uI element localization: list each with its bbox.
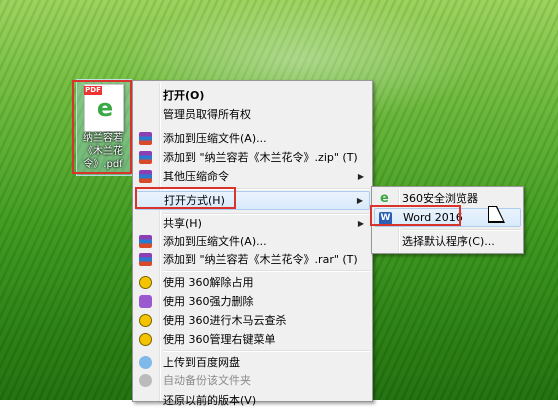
menu-item-label: 使用 360管理右键菜单 [163, 333, 276, 346]
submenu-arrow-icon: ▶ [357, 172, 364, 181]
menu-item-360-manage[interactable]: 使用 360管理右键菜单 [135, 330, 370, 349]
menu-separator [163, 270, 370, 272]
menu-item-label: 添加到 "纳兰容若《木兰花令》.rar" (T) [163, 253, 358, 266]
submenu-item-choose-default[interactable]: 选择默认程序(C)... [374, 232, 521, 251]
360-delete-icon [139, 295, 152, 308]
menu-item-share[interactable]: 共享(H) ▶ [135, 214, 370, 233]
menu-item-open[interactable]: 打开(O) [135, 86, 370, 105]
context-menu: 打开(O) 管理员取得所有权 添加到压缩文件(A)... 添加到 "纳兰容若《木… [132, 80, 373, 407]
360-browser-icon: e [380, 191, 389, 206]
menu-item-add-to-archive[interactable]: 添加到压缩文件(A)... [135, 129, 370, 148]
menu-item-label: 自动备份该文件夹 [163, 374, 251, 387]
menu-item-label: 添加到压缩文件(A)... [163, 235, 267, 248]
open-with-highlight-box [135, 187, 236, 209]
winrar-icon [139, 151, 152, 164]
backup-icon [139, 374, 152, 387]
menu-item-label: 其他压缩命令 [163, 170, 229, 183]
menu-item-add-to-zip[interactable]: 添加到 "纳兰容若《木兰花令》.zip" (T) [135, 148, 370, 167]
menu-item-label: 添加到压缩文件(A)... [163, 132, 267, 145]
menu-item-add-to-rar[interactable]: 添加到 "纳兰容若《木兰花令》.rar" (T) [135, 250, 370, 269]
baidu-cloud-icon [139, 356, 152, 369]
submenu-item-label: 360安全浏览器 [402, 192, 478, 205]
menu-item-label: 管理员取得所有权 [163, 108, 251, 121]
menu-item-restore-versions[interactable]: 还原以前的版本(V) [135, 391, 370, 410]
360-unlock-icon [139, 276, 152, 289]
menu-separator [163, 350, 370, 352]
submenu-item-label: 选择默认程序(C)... [402, 235, 495, 248]
menu-item-label: 打开(O) [163, 89, 205, 102]
file-highlight-box [72, 80, 132, 174]
menu-item-360-unlock[interactable]: 使用 360解除占用 [135, 273, 370, 292]
menu-item-auto-backup[interactable]: 自动备份该文件夹 [135, 371, 370, 390]
submenu-arrow-icon: ▶ [356, 196, 363, 205]
winrar-icon [139, 253, 152, 266]
menu-item-label: 使用 360强力删除 [163, 295, 254, 308]
menu-item-label: 共享(H) [163, 217, 202, 230]
360-manage-icon [139, 333, 152, 346]
word-highlight-box [370, 205, 461, 226]
mouse-cursor-icon [489, 207, 503, 221]
winrar-icon [139, 132, 152, 145]
menu-item-label: 使用 360解除占用 [163, 276, 254, 289]
submenu-arrow-icon: ▶ [357, 219, 364, 228]
menu-item-label: 上传到百度网盘 [163, 356, 240, 369]
menu-item-label: 使用 360进行木马云查杀 [163, 314, 287, 327]
menu-item-add-to-archive-2[interactable]: 添加到压缩文件(A)... [135, 232, 370, 251]
menu-item-take-ownership[interactable]: 管理员取得所有权 [135, 105, 370, 124]
menu-item-360-force-delete[interactable]: 使用 360强力删除 [135, 292, 370, 311]
menu-item-baidu-upload[interactable]: 上传到百度网盘 [135, 353, 370, 372]
menu-separator [402, 229, 521, 231]
winrar-icon [139, 235, 152, 248]
menu-item-360-scan[interactable]: 使用 360进行木马云查杀 [135, 311, 370, 330]
360-scan-icon [139, 314, 152, 327]
menu-item-label: 还原以前的版本(V) [163, 394, 257, 407]
menu-item-label: 添加到 "纳兰容若《木兰花令》.zip" (T) [163, 151, 358, 164]
winrar-icon [139, 170, 152, 183]
menu-item-other-compress[interactable]: 其他压缩命令 ▶ [135, 167, 370, 186]
